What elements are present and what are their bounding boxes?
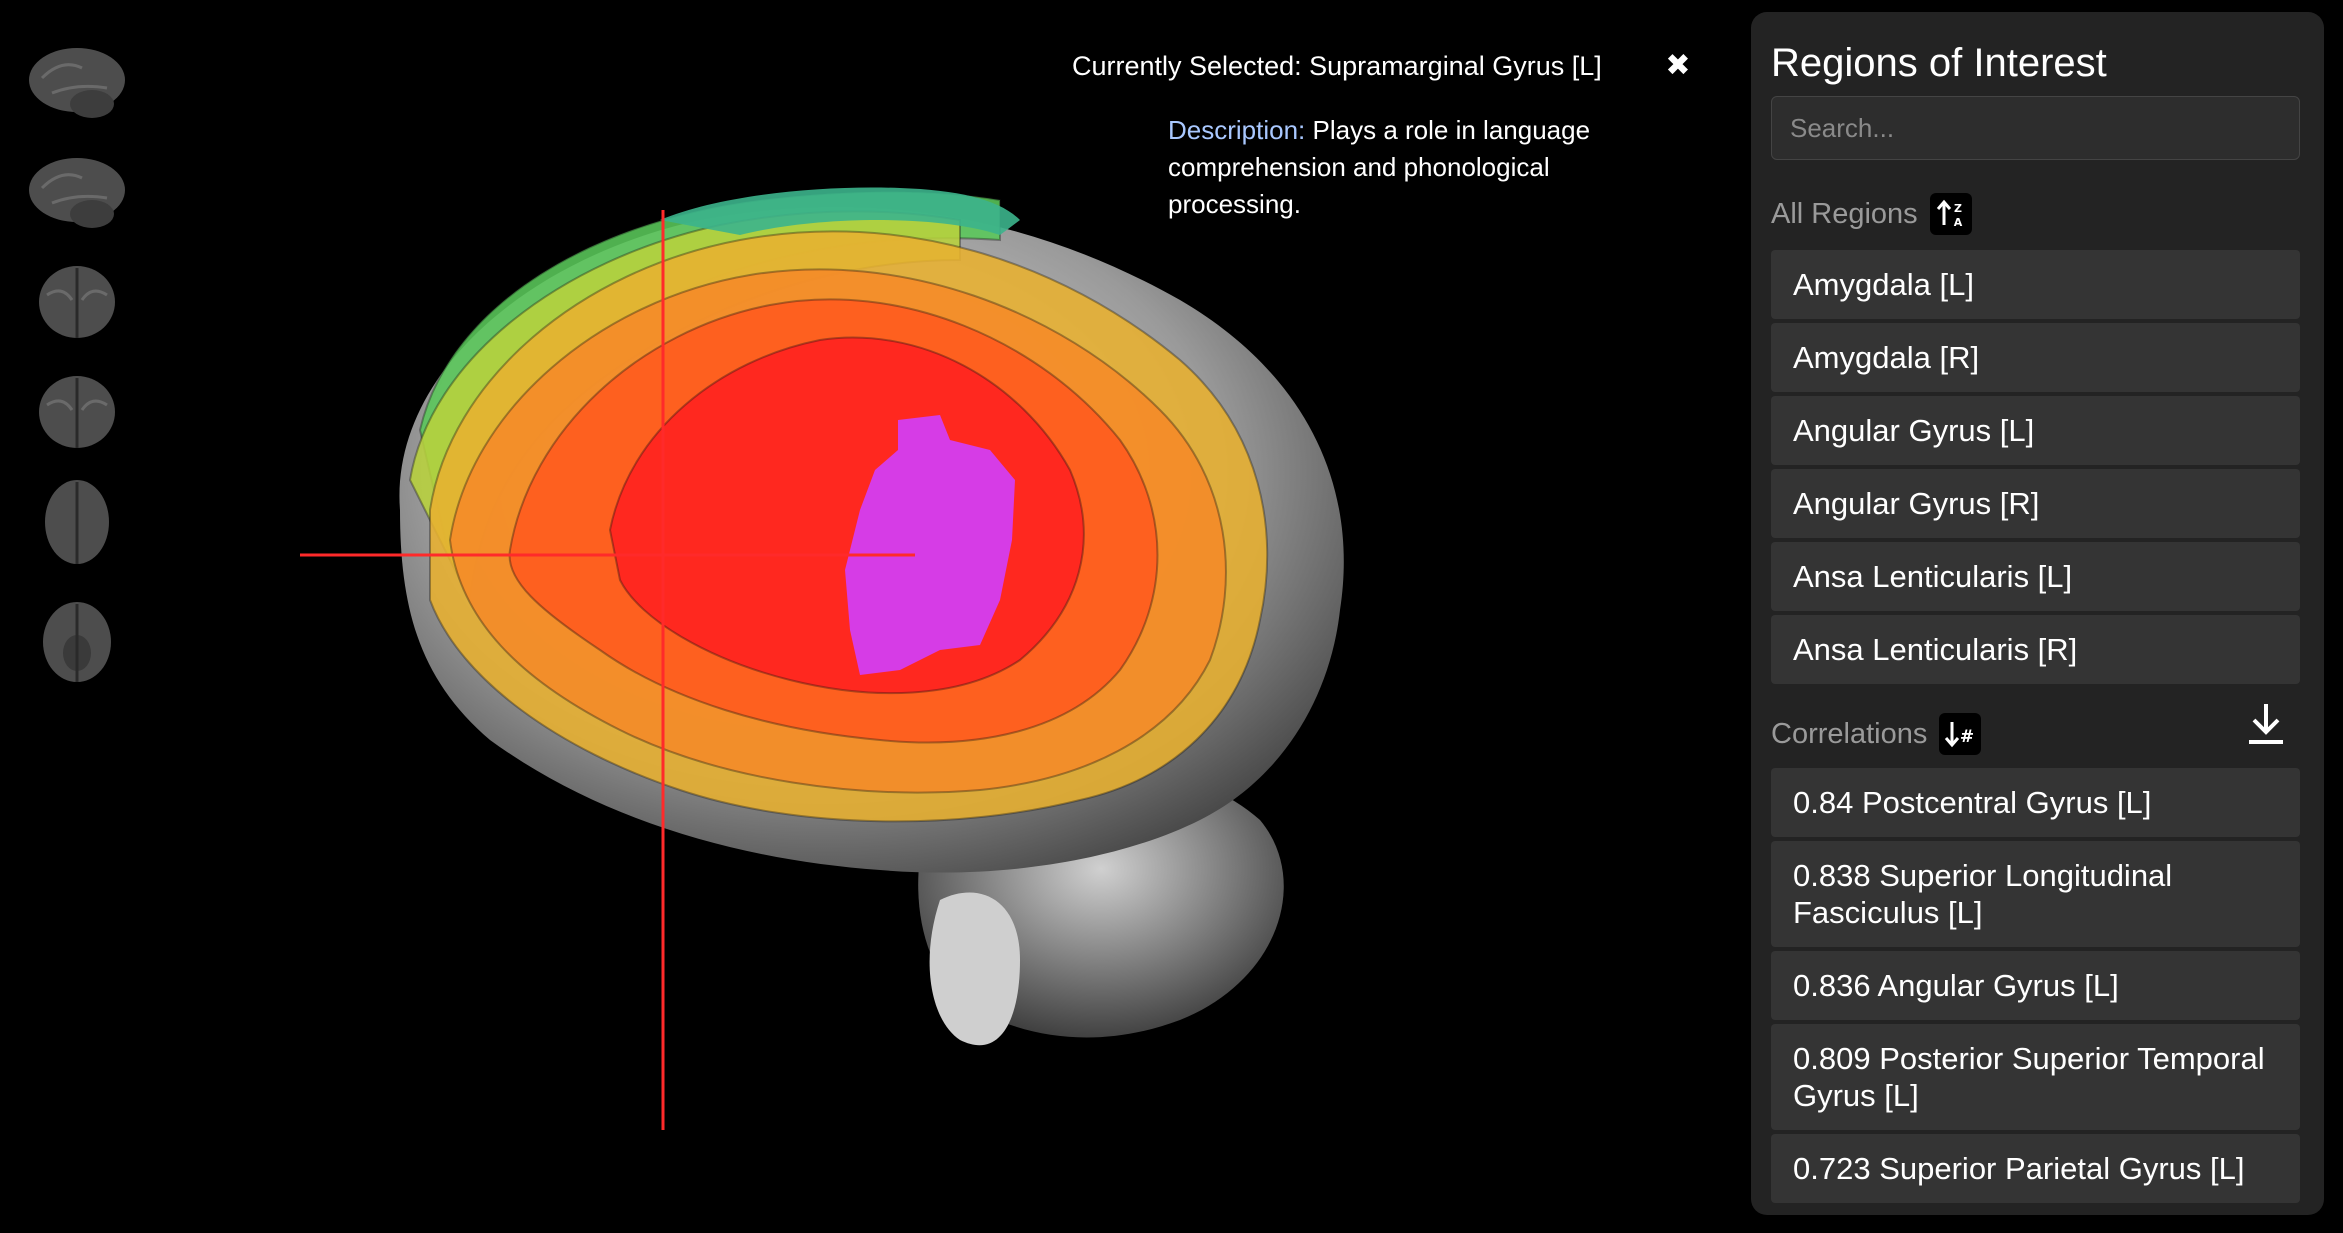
currently-selected-header: Currently Selected: Supramarginal Gyrus … (1072, 48, 1672, 84)
brain-3d-viewport[interactable] (300, 180, 1400, 1150)
download-correlations-button[interactable] (2241, 698, 2291, 750)
posterior-view-icon (39, 376, 115, 448)
panel-title: Regions of Interest (1771, 41, 2107, 85)
selected-region-name: Supramarginal Gyrus [L] (1309, 51, 1602, 81)
correlation-list-item[interactable]: 0.723 Superior Parietal Gyrus [L] (1771, 1134, 2300, 1203)
thumbnail-right-lateral-view[interactable] (22, 148, 132, 240)
description-label: Description: (1168, 115, 1306, 145)
correlations-header: Correlations # (1771, 712, 1982, 756)
region-description: Description: Plays a role in language co… (1168, 112, 1628, 223)
svg-text:A: A (1953, 216, 1962, 229)
correlation-text: 0.84 Postcentral Gyrus [L] (1793, 784, 2151, 821)
all-regions-label: All Regions (1771, 197, 1918, 230)
right-lateral-view-icon (29, 158, 125, 228)
inferior-view-icon (43, 602, 111, 682)
correlation-region: Superior Parietal Gyrus [L] (1879, 1151, 2245, 1186)
thumbnail-posterior-view[interactable] (22, 370, 132, 462)
region-list-item[interactable]: Ansa Lenticularis [R] (1771, 615, 2300, 684)
correlation-value: 0.723 (1793, 1151, 1871, 1186)
thumbnail-left-lateral-view[interactable] (22, 38, 132, 130)
correlation-text: 0.838 Superior Longitudinal Fasciculus [… (1793, 857, 2278, 931)
anterior-view-icon (39, 266, 115, 338)
correlation-list-item[interactable]: 0.84 Postcentral Gyrus [L] (1771, 768, 2300, 837)
correlation-value: 0.836 (1793, 968, 1871, 1003)
correlation-region: Angular Gyrus [L] (1877, 968, 2119, 1003)
all-regions-header: All Regions Z A (1771, 192, 1972, 236)
region-list-item[interactable]: Ansa Lenticularis [L] (1771, 542, 2300, 611)
correlation-list-item[interactable]: 0.809 Posterior Superior Temporal Gyrus … (1771, 1024, 2300, 1130)
region-list: Amygdala [L] Amygdala [R] Angular Gyrus [L… (1771, 250, 2300, 688)
correlations-label: Correlations (1771, 717, 1928, 750)
correlations-list: 0.84 Postcentral Gyrus [L] 0.838 Superior… (1771, 768, 2300, 1207)
region-list-item[interactable]: Amygdala [R] (1771, 323, 2300, 392)
region-list-item[interactable]: Angular Gyrus [L] (1771, 396, 2300, 465)
regions-panel: Regions of Interest All Regions Z A Amyg… (1751, 12, 2324, 1215)
brainstem-shape (929, 892, 1020, 1046)
sort-numeric-icon: # (1945, 722, 1974, 748)
download-icon (2249, 704, 2283, 744)
left-lateral-view-icon (29, 48, 125, 118)
sort-alpha-icon: Z A (1936, 199, 1962, 229)
close-selection-button[interactable]: ✖ (1660, 46, 1696, 86)
correlation-text: 0.809 Posterior Superior Temporal Gyrus … (1793, 1040, 2278, 1114)
thumbnail-anterior-view[interactable] (22, 260, 132, 352)
thumbnail-inferior-view[interactable] (22, 598, 132, 690)
svg-text:Z: Z (1954, 202, 1962, 215)
selected-label: Currently Selected: (1072, 51, 1302, 81)
correlation-value: 0.838 (1793, 858, 1871, 893)
correlation-region: Postcentral Gyrus [L] (1861, 785, 2152, 820)
correlation-text: 0.836 Angular Gyrus [L] (1793, 967, 2119, 1004)
region-list-item[interactable]: Amygdala [L] (1771, 250, 2300, 319)
thumbnail-superior-view[interactable] (22, 478, 132, 570)
region-list-item[interactable]: Angular Gyrus [R] (1771, 469, 2300, 538)
brain-render[interactable] (300, 180, 1400, 1150)
correlation-list-item[interactable]: 0.836 Angular Gyrus [L] (1771, 951, 2300, 1020)
correlation-list-item[interactable]: 0.838 Superior Longitudinal Fasciculus [… (1771, 841, 2300, 947)
region-search-input[interactable] (1771, 96, 2300, 160)
sort-numeric-button[interactable]: # (1939, 713, 1982, 755)
correlation-value: 0.809 (1793, 1041, 1871, 1076)
sort-alpha-button[interactable]: Z A (1929, 193, 1972, 235)
correlation-text: 0.723 Superior Parietal Gyrus [L] (1793, 1150, 2244, 1187)
correlation-value: 0.84 (1793, 785, 1854, 820)
svg-text:#: # (1960, 727, 1974, 747)
superior-view-icon (45, 480, 109, 564)
